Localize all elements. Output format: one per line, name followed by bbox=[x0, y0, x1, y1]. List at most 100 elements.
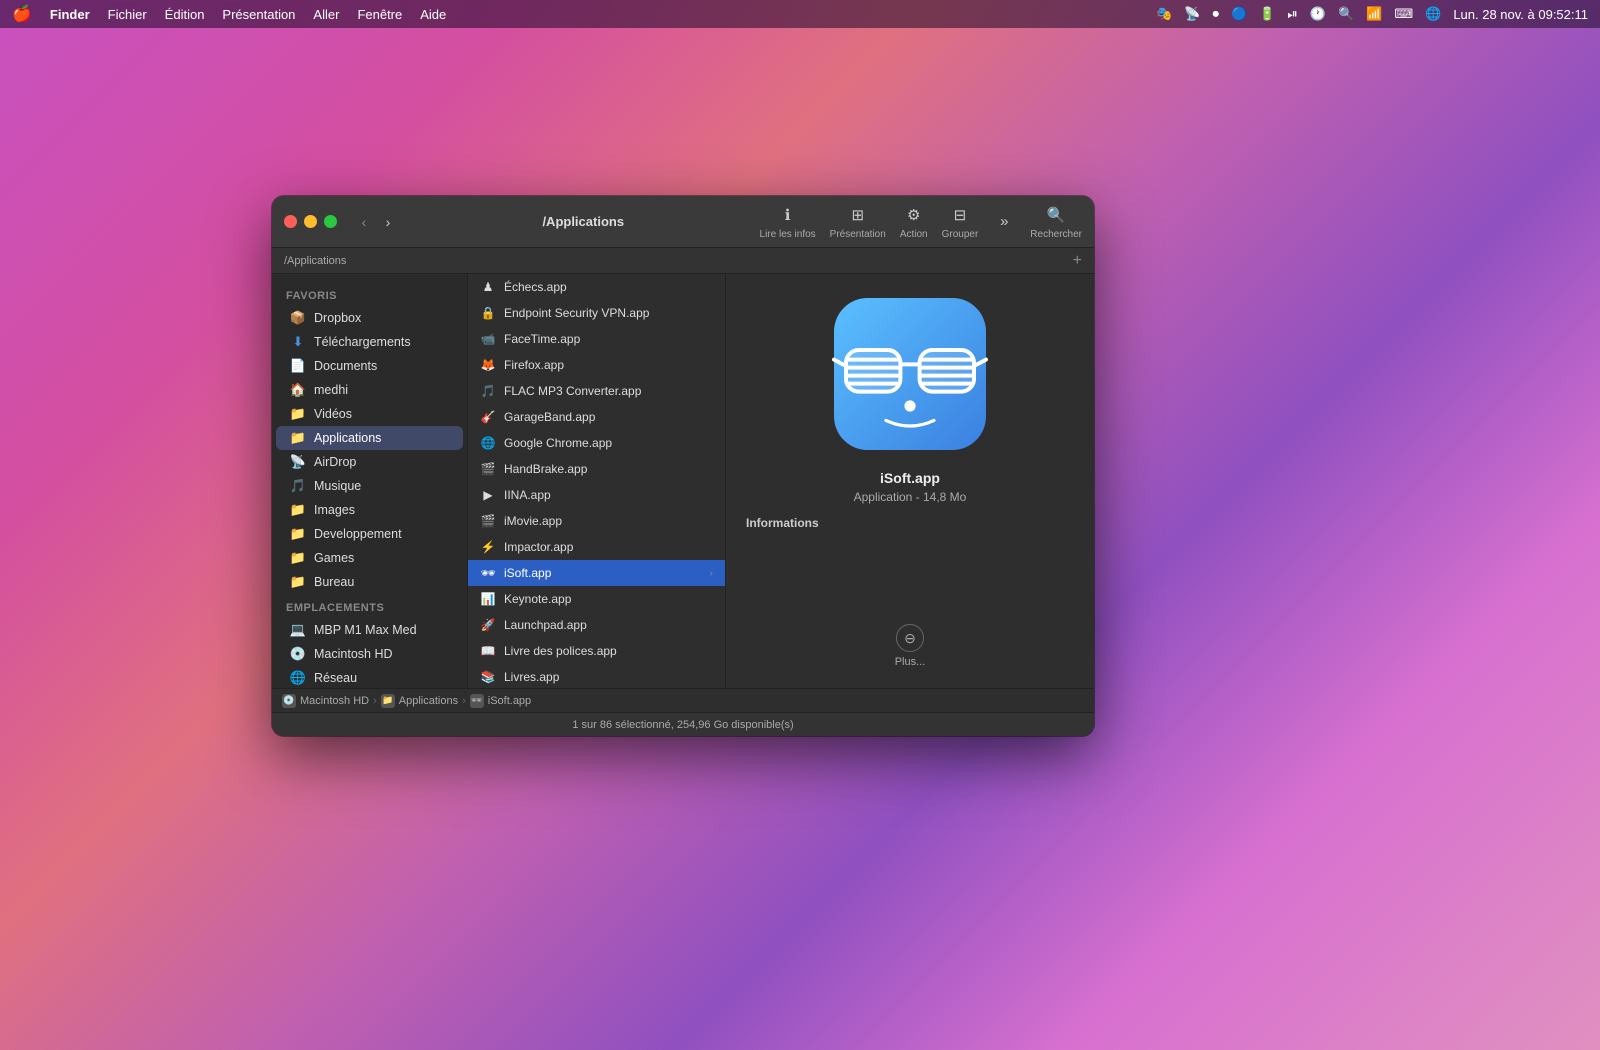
file-item[interactable]: 📹 FaceTime.app bbox=[468, 326, 725, 352]
sidebar-label-games: Games bbox=[314, 551, 354, 565]
file-arrow: › bbox=[710, 568, 713, 579]
file-icon: ♟ bbox=[480, 279, 496, 295]
bottompath-isoft[interactable]: 🕶 iSoft.app bbox=[470, 694, 531, 708]
menubar-icon-play: ⏯ bbox=[1287, 6, 1297, 22]
sidebar-item-telechargements[interactable]: ⬇ Téléchargements bbox=[276, 330, 463, 354]
toolbar-group[interactable]: ⊟ Grouper bbox=[942, 203, 979, 240]
menubar: 🍎 Finder Fichier Édition Présentation Al… bbox=[0, 0, 1600, 28]
file-item[interactable]: ⚡ Impactor.app bbox=[468, 534, 725, 560]
presentation-icon: ⊞ bbox=[846, 203, 870, 227]
sidebar-item-mbp[interactable]: 💻 MBP M1 Max Med bbox=[276, 618, 463, 642]
menubar-aller[interactable]: Aller bbox=[313, 7, 339, 22]
bottompath-sep-2: › bbox=[462, 695, 466, 707]
group-label: Grouper bbox=[942, 229, 979, 240]
minimize-button[interactable] bbox=[304, 215, 317, 228]
sidebar-item-applications[interactable]: 📁 Applications bbox=[276, 426, 463, 450]
menubar-datetime: Lun. 28 nov. à 09:52:11 bbox=[1453, 7, 1588, 22]
file-item[interactable]: 🦊 Firefox.app bbox=[468, 352, 725, 378]
hd-icon: 💿 bbox=[282, 694, 296, 708]
file-item[interactable]: 📊 Keynote.app bbox=[468, 586, 725, 612]
toolbar-presentation[interactable]: ⊞ Présentation bbox=[830, 203, 886, 240]
file-item[interactable]: 🌐 Google Chrome.app bbox=[468, 430, 725, 456]
file-item[interactable]: 🔒 Endpoint Security VPN.app bbox=[468, 300, 725, 326]
file-icon: 📖 bbox=[480, 643, 496, 659]
sidebar-item-documents[interactable]: 📄 Documents bbox=[276, 354, 463, 378]
back-button[interactable]: ‹ bbox=[353, 211, 375, 233]
file-item[interactable]: 🎸 GarageBand.app bbox=[468, 404, 725, 430]
file-item[interactable]: 📚 Livres.app bbox=[468, 664, 725, 688]
menubar-icon-search[interactable]: 🔍 bbox=[1338, 6, 1354, 22]
sidebar-item-airdrop[interactable]: 📡 AirDrop bbox=[276, 450, 463, 474]
folder-icon: 📁 bbox=[381, 694, 395, 708]
file-icon: 🌐 bbox=[480, 435, 496, 451]
toolbar-search[interactable]: 🔍 Rechercher bbox=[1030, 203, 1082, 240]
menubar-edition[interactable]: Édition bbox=[165, 7, 205, 22]
file-item[interactable]: 🎬 HandBrake.app bbox=[468, 456, 725, 482]
macintosh-icon: 💿 bbox=[290, 646, 306, 662]
finder-filelist: ♟ Échecs.app 🔒 Endpoint Security VPN.app… bbox=[468, 274, 726, 688]
sidebar-item-games[interactable]: 📁 Games bbox=[276, 546, 463, 570]
menubar-icon-battery: 🔋 bbox=[1259, 6, 1275, 22]
apple-menu[interactable]: 🍎 bbox=[12, 4, 32, 24]
sidebar-item-dropbox[interactable]: 📦 Dropbox bbox=[276, 306, 463, 330]
bottompath-applications[interactable]: 📁 Applications bbox=[381, 694, 458, 708]
sidebar-label-applications: Applications bbox=[314, 431, 381, 445]
sidebar-item-medhi[interactable]: 🏠 medhi bbox=[276, 378, 463, 402]
close-button[interactable] bbox=[284, 215, 297, 228]
maximize-button[interactable] bbox=[324, 215, 337, 228]
file-name: Launchpad.app bbox=[504, 618, 713, 632]
sidebar-label-medhi: medhi bbox=[314, 383, 348, 397]
file-item-selected[interactable]: 🕶 iSoft.app › bbox=[468, 560, 725, 586]
menubar-finder[interactable]: Finder bbox=[50, 7, 90, 22]
toolbar-action-btn[interactable]: ⚙ Action bbox=[900, 203, 928, 240]
sidebar-item-videos[interactable]: 📁 Vidéos bbox=[276, 402, 463, 426]
file-item[interactable]: 📖 Livre des polices.app bbox=[468, 638, 725, 664]
toolbar-info[interactable]: ℹ Lire les infos bbox=[760, 203, 816, 240]
action-icon: ⚙ bbox=[902, 203, 926, 227]
presentation-label: Présentation bbox=[830, 229, 886, 240]
developpement-icon: 📁 bbox=[290, 526, 306, 542]
menubar-fenetre[interactable]: Fenêtre bbox=[357, 7, 402, 22]
sidebar-item-musique[interactable]: 🎵 Musique bbox=[276, 474, 463, 498]
file-name: Firefox.app bbox=[504, 358, 713, 372]
file-item[interactable]: 🚀 Launchpad.app bbox=[468, 612, 725, 638]
sidebar-label-macintosh: Macintosh HD bbox=[314, 647, 393, 661]
file-item[interactable]: 🎵 FLAC MP3 Converter.app bbox=[468, 378, 725, 404]
sidebar-label-videos: Vidéos bbox=[314, 407, 352, 421]
sidebar-item-bureau[interactable]: 📁 Bureau bbox=[276, 570, 463, 594]
more-label: Plus... bbox=[895, 656, 926, 668]
forward-button[interactable]: › bbox=[377, 211, 399, 233]
file-name-isoft: iSoft.app bbox=[504, 566, 702, 580]
more-button[interactable]: ⊖ bbox=[896, 624, 924, 652]
preview-app-name: iSoft.app bbox=[880, 470, 940, 486]
sidebar-item-macintosh[interactable]: 💿 Macintosh HD bbox=[276, 642, 463, 666]
sidebar-item-reseau[interactable]: 🌐 Réseau bbox=[276, 666, 463, 688]
add-button[interactable]: + bbox=[1073, 252, 1082, 270]
file-icon: ▶ bbox=[480, 487, 496, 503]
file-name: iMovie.app bbox=[504, 514, 713, 528]
applications-icon: 📁 bbox=[290, 430, 306, 446]
file-name: Livre des polices.app bbox=[504, 644, 713, 658]
file-name: GarageBand.app bbox=[504, 410, 713, 424]
sidebar-item-developpement[interactable]: 📁 Developpement bbox=[276, 522, 463, 546]
bottompath-macintosh[interactable]: 💿 Macintosh HD bbox=[282, 694, 369, 708]
sidebar-label-bureau: Bureau bbox=[314, 575, 354, 589]
toolbar-more[interactable]: » bbox=[992, 210, 1016, 234]
menubar-icon-wifi: 📡 bbox=[1184, 6, 1200, 22]
menubar-presentation[interactable]: Présentation bbox=[222, 7, 295, 22]
pathbar-text: /Applications bbox=[284, 255, 346, 267]
sidebar-item-images[interactable]: 📁 Images bbox=[276, 498, 463, 522]
menubar-aide[interactable]: Aide bbox=[420, 7, 446, 22]
file-icon: 🚀 bbox=[480, 617, 496, 633]
file-name: Échecs.app bbox=[504, 280, 713, 294]
telechargements-icon: ⬇ bbox=[290, 334, 306, 350]
file-icon: ⚡ bbox=[480, 539, 496, 555]
file-icon: 🔒 bbox=[480, 305, 496, 321]
menubar-fichier[interactable]: Fichier bbox=[108, 7, 147, 22]
finder-bottompath: 💿 Macintosh HD › 📁 Applications › 🕶 iSof… bbox=[272, 688, 1094, 712]
finder-toolbar: ‹ › /Applications ℹ Lire les infos ⊞ Pré… bbox=[272, 196, 1094, 248]
file-item[interactable]: ▶ IINA.app bbox=[468, 482, 725, 508]
file-item[interactable]: ♟ Échecs.app bbox=[468, 274, 725, 300]
file-name: Impactor.app bbox=[504, 540, 713, 554]
file-item[interactable]: 🎬 iMovie.app bbox=[468, 508, 725, 534]
